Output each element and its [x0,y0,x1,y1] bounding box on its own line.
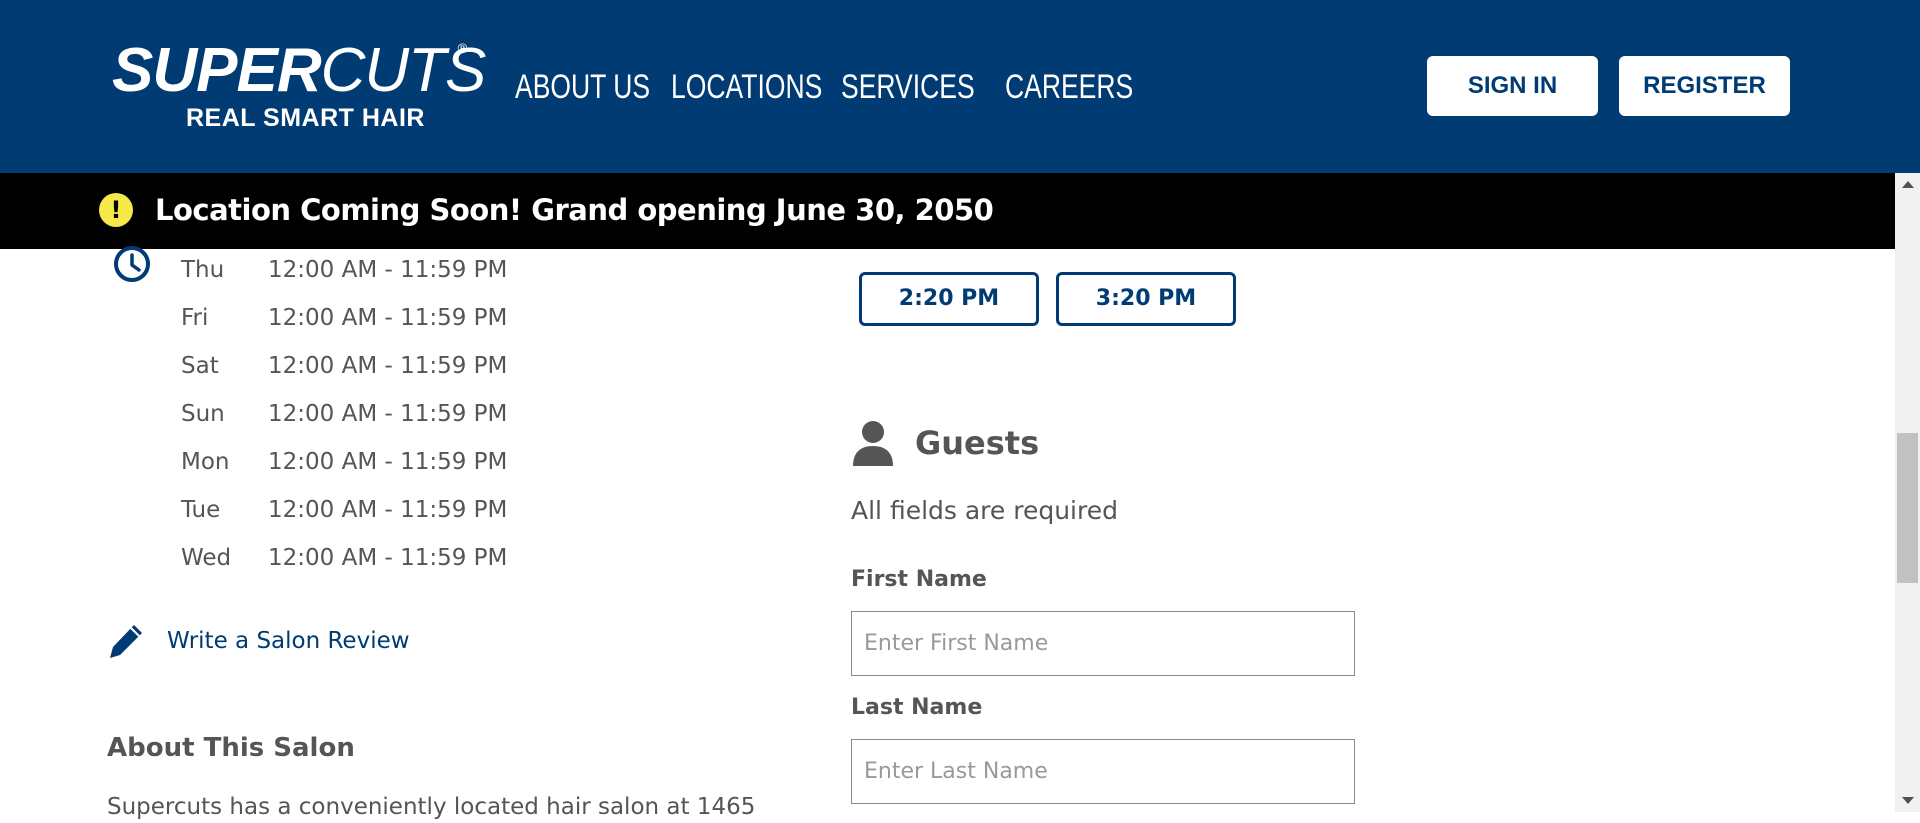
sign-in-button[interactable]: SIGN IN [1427,56,1598,116]
hours-day: Wed [181,545,232,571]
scroll-up-arrow-icon[interactable] [1902,181,1914,188]
pencil-icon [110,625,142,658]
hours-time: 12:00 AM - 11:59 PM [268,305,508,331]
exclamation-icon: ! [99,193,133,227]
nav-services[interactable]: SERVICES [841,64,975,110]
write-review-link[interactable]: Write a Salon Review [167,625,410,657]
nav-about-us[interactable]: ABOUT US [515,64,650,110]
scroll-down-arrow-icon[interactable] [1902,797,1914,804]
hours-time: 12:00 AM - 11:59 PM [268,353,508,379]
hours-day: Mon [181,449,230,475]
logo-tagline: REAL SMART HAIR [186,104,425,132]
site-header: SUPERCUTS ® REAL SMART HAIR ABOUT US LOC… [0,0,1920,173]
supercuts-logo[interactable]: SUPERCUTS ® REAL SMART HAIR [112,38,486,138]
last-name-input[interactable] [851,739,1355,804]
registered-mark: ® [456,42,469,57]
hours-day: Tue [181,497,221,523]
hours-day: Fri [181,305,209,331]
time-slot-button[interactable]: 3:20 PM [1056,272,1236,326]
hours-time: 12:00 AM - 11:59 PM [268,497,508,523]
register-button[interactable]: REGISTER [1619,56,1790,116]
scrollbar-thumb[interactable] [1897,433,1918,583]
hours-time: 12:00 AM - 11:59 PM [268,545,508,571]
hours-time: 12:00 AM - 11:59 PM [268,257,508,283]
first-name-input[interactable] [851,611,1355,676]
alert-text: Location Coming Soon! Grand opening June… [155,193,994,227]
page-scrollbar[interactable] [1895,173,1920,812]
nav-locations[interactable]: LOCATIONS [671,64,822,110]
logo-wordmark: SUPERCUTS [112,36,486,105]
alert-banner: ! Location Coming Soon! Grand opening Ju… [0,173,1895,249]
hours-time: 12:00 AM - 11:59 PM [268,449,508,475]
person-icon [853,421,893,466]
hours-day: Sun [181,401,225,427]
hours-time: 12:00 AM - 11:59 PM [268,401,508,427]
required-note: All fields are required [851,496,1118,525]
guests-heading: Guests [915,424,1040,462]
time-slot-button[interactable]: 2:20 PM [859,272,1039,326]
hours-day: Sat [181,353,219,379]
about-salon-text: Supercuts has a conveniently located hai… [107,794,756,820]
clock-icon [114,246,150,282]
first-name-label: First Name [851,567,987,592]
last-name-label: Last Name [851,695,983,720]
nav-careers[interactable]: CAREERS [1005,64,1133,110]
hours-day: Thu [181,257,225,283]
about-salon-heading: About This Salon [107,733,355,763]
